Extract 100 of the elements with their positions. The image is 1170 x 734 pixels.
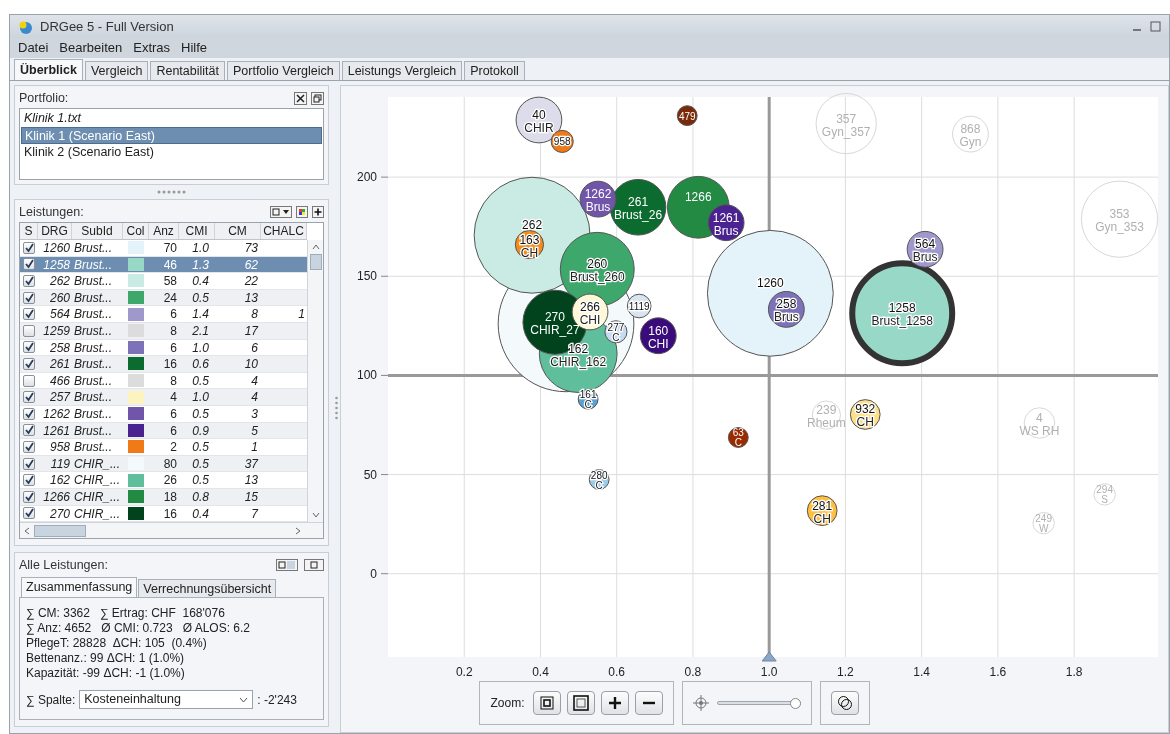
detach-icon[interactable] — [311, 91, 324, 105]
table-cell-text: 1.0 — [191, 389, 210, 405]
checkbox[interactable] — [23, 424, 35, 437]
axis-marker-icon[interactable] — [761, 651, 777, 662]
checkbox[interactable] — [23, 291, 35, 304]
bubble-label: 294 — [1096, 484, 1113, 496]
bubble[interactable] — [727, 427, 749, 448]
column-header[interactable]: Anz — [149, 223, 179, 239]
column-header[interactable]: SubId — [72, 223, 123, 239]
tab[interactable]: Rentabilität — [150, 61, 225, 80]
bubble-label: 1261 — [712, 210, 740, 225]
tab[interactable]: Portfolio Vergleich — [226, 61, 340, 80]
bubble[interactable] — [588, 469, 610, 490]
bubble[interactable] — [849, 399, 881, 430]
table-cell-text: 4 — [250, 372, 259, 389]
checkbox[interactable] — [23, 241, 35, 254]
color-palette-icon[interactable] — [296, 206, 308, 218]
table-cell-text: 0.8 — [191, 488, 210, 505]
tab[interactable]: Protokoll — [464, 61, 525, 80]
horizontal-scrollbar[interactable] — [20, 522, 323, 539]
table-cell-text: 466 — [48, 372, 71, 389]
add-icon[interactable] — [312, 206, 324, 218]
window-title: DRGee 5 - Full Version — [40, 17, 174, 36]
checkbox[interactable] — [23, 374, 35, 387]
table-row[interactable]: 257 Brust... 4 1.0 4 — [20, 389, 307, 406]
menu-item[interactable]: Extras — [129, 38, 175, 58]
scrollbar-thumb[interactable] — [309, 254, 322, 270]
bubble-label: 932 — [855, 402, 876, 417]
zoom-fit-button[interactable] — [532, 691, 561, 715]
table-row[interactable]: 1260 Brust... 70 1.0 73 — [20, 240, 307, 257]
axis-tick-label: 0.2 — [455, 665, 473, 679]
bubble[interactable] — [639, 317, 677, 355]
table-row[interactable]: 564 Brust... 6 1.4 8 1 — [20, 306, 307, 323]
table-row[interactable]: 261 Brust... 16 0.6 10 — [20, 356, 307, 373]
checkbox-icon[interactable] — [304, 559, 324, 572]
checkbox[interactable] — [23, 258, 35, 271]
vertical-scrollbar[interactable] — [307, 240, 323, 523]
bubble[interactable] — [579, 180, 617, 218]
checklist-dropdown-icon[interactable] — [270, 206, 292, 218]
axis-tick-label: 150 — [356, 269, 377, 284]
zoom-out-button[interactable] — [634, 691, 663, 715]
menu-item[interactable]: Hilfe — [177, 38, 212, 58]
column-dropdown[interactable]: Kosteneinhaltung — [79, 690, 254, 710]
bubble[interactable] — [707, 204, 745, 242]
bubble[interactable] — [609, 178, 667, 236]
column-header[interactable]: Col — [123, 223, 149, 239]
checkbox[interactable] — [23, 457, 35, 470]
tab[interactable]: Verrechnungsübersicht — [138, 579, 277, 598]
tab[interactable]: Überblick — [14, 59, 83, 80]
bubble[interactable] — [906, 230, 944, 268]
column-header[interactable]: CMI — [179, 223, 215, 239]
bubble[interactable] — [626, 293, 652, 319]
column-header[interactable]: CHALC — [261, 223, 307, 239]
bubble[interactable] — [806, 495, 838, 526]
checkbox[interactable] — [23, 308, 35, 321]
table-row[interactable]: 958 Brust... 2 0.5 1 — [20, 439, 307, 456]
portfolio-item[interactable]: Klinik 1.txt — [21, 110, 322, 127]
portfolio-item[interactable]: Klinik 2 (Scenario East) — [21, 144, 322, 161]
column-header[interactable]: CM — [215, 223, 261, 239]
tab[interactable]: Vergleich — [84, 61, 149, 80]
splitter-handle-icon[interactable] — [335, 396, 338, 422]
checkbox[interactable] — [23, 391, 35, 404]
table-row[interactable]: 262 Brust... 58 0.4 22 — [20, 273, 307, 290]
bubble[interactable] — [514, 229, 545, 260]
bubble[interactable] — [767, 290, 805, 328]
slider-thumb[interactable] — [790, 697, 802, 709]
tab[interactable]: Zusammenfassung — [21, 577, 138, 598]
bubble[interactable] — [849, 260, 956, 367]
checkmark-icon — [24, 408, 34, 419]
checkbox[interactable] — [23, 490, 35, 503]
checkbox[interactable] — [23, 440, 35, 453]
bubble-label: C — [584, 399, 592, 411]
checkbox[interactable] — [23, 474, 35, 487]
checkbox[interactable] — [23, 341, 35, 354]
overlap-button[interactable] — [830, 691, 859, 715]
checkbox[interactable] — [23, 324, 35, 337]
column-header[interactable]: S — [20, 223, 38, 239]
checkbox-toggle-icon[interactable] — [276, 559, 298, 572]
menu-item[interactable]: Bearbeiten — [55, 38, 127, 58]
size-slider[interactable] — [716, 697, 801, 709]
bubble[interactable] — [676, 105, 698, 127]
table-cell-text: 70 — [162, 240, 178, 256]
checkbox[interactable] — [23, 275, 35, 287]
checkbox[interactable] — [23, 407, 35, 420]
checkbox[interactable] — [23, 507, 35, 520]
table-row[interactable]: 162 CHIR_... 26 0.5 13 — [20, 472, 307, 489]
column-header[interactable]: DRG — [38, 223, 72, 239]
tab[interactable]: Leistungs Vergleich — [341, 61, 463, 80]
scrollbar-thumb[interactable] — [34, 524, 86, 537]
bubble-label: 1258 — [888, 301, 916, 316]
menu-item[interactable]: Datei — [14, 38, 53, 58]
bubble[interactable] — [604, 320, 628, 344]
table-cell-text: 162 — [48, 472, 71, 488]
maximize-icon[interactable] — [1150, 21, 1161, 32]
zoom-area-button[interactable] — [566, 691, 595, 715]
table-cell-text: Brust... — [73, 405, 113, 422]
checkmark-icon — [24, 276, 34, 286]
zoom-in-button[interactable] — [600, 691, 629, 715]
checkbox[interactable] — [23, 357, 35, 370]
bubble-label: CHI — [647, 336, 669, 351]
